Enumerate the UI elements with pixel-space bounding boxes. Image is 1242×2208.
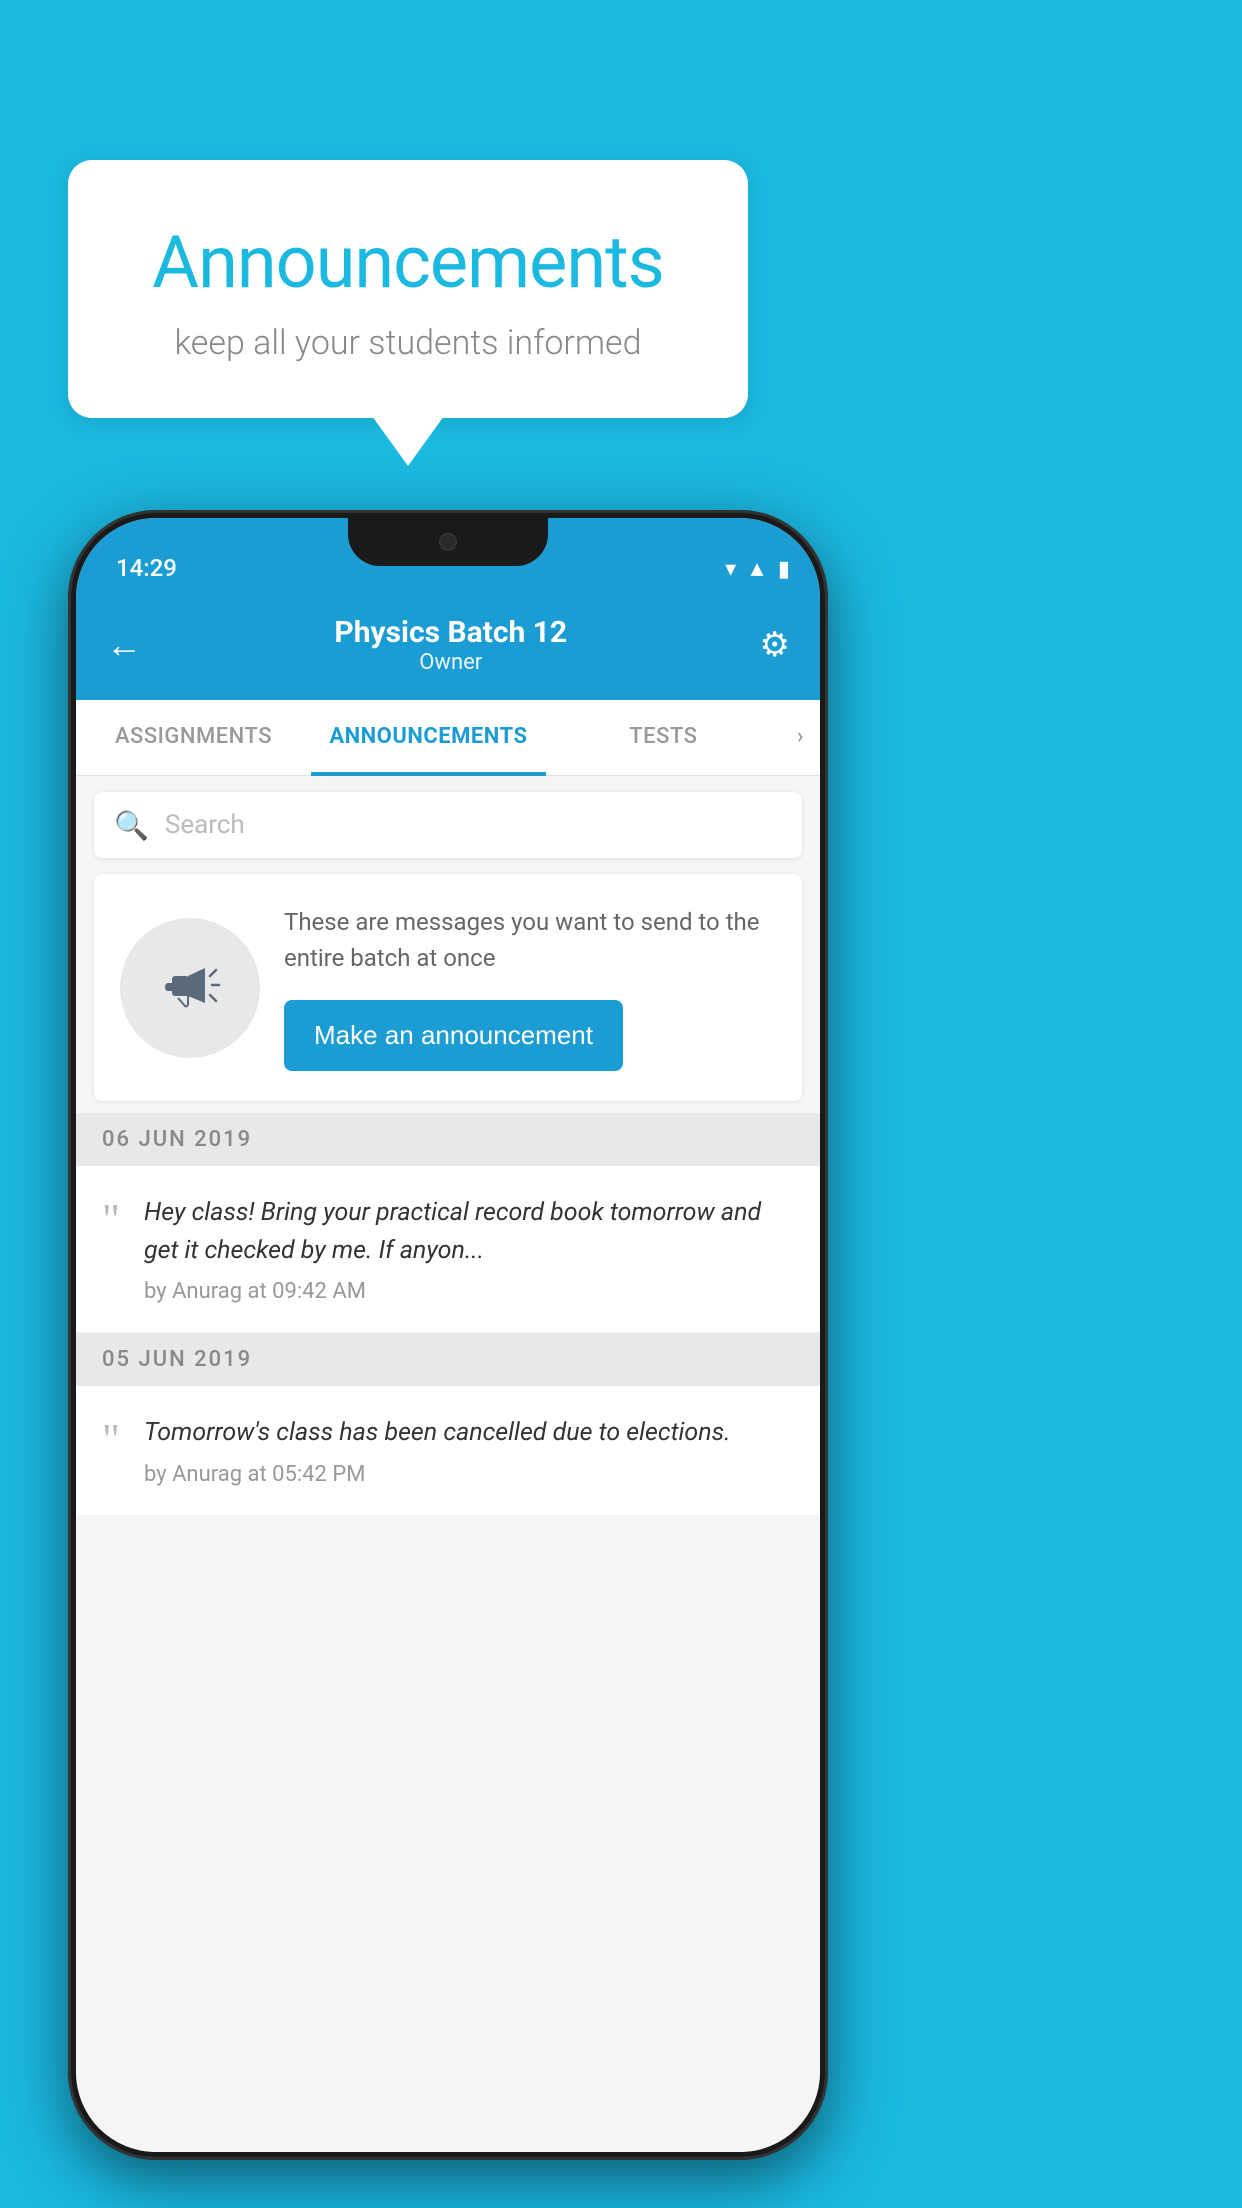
owner-label: Owner [142, 650, 760, 675]
search-placeholder-text: Search [165, 810, 245, 840]
phone-outer: 14:29 ▾ ▲ ▮ ← Physics Batch 12 Owner ⚙ [68, 510, 828, 2160]
batch-name: Physics Batch 12 [142, 615, 760, 650]
announcements-title: Announcements [118, 220, 698, 305]
tab-announcements[interactable]: ANNOUNCEMENTS [311, 700, 546, 776]
back-button[interactable]: ← [106, 624, 142, 666]
announcement-text-2: Tomorrow's class has been cancelled due … [144, 1414, 731, 1452]
wifi-icon: ▾ [725, 557, 736, 582]
announcement-meta-1: by Anurag at 09:42 AM [144, 1279, 794, 1304]
announcement-item-1[interactable]: " Hey class! Bring your practical record… [76, 1166, 820, 1333]
megaphone-icon [150, 948, 230, 1028]
announcement-item-2[interactable]: " Tomorrow's class has been cancelled du… [76, 1386, 820, 1515]
announcements-subtitle: keep all your students informed [118, 323, 698, 363]
announcement-content-1: Hey class! Bring your practical record b… [144, 1194, 794, 1304]
promo-description: These are messages you want to send to t… [284, 904, 776, 976]
announcement-content-2: Tomorrow's class has been cancelled due … [144, 1414, 731, 1487]
search-icon: 🔍 [114, 809, 149, 842]
status-time: 14:29 [106, 554, 177, 582]
announcement-text-1: Hey class! Bring your practical record b… [144, 1194, 794, 1269]
tab-tests[interactable]: TESTS [546, 700, 781, 776]
make-announcement-button[interactable]: Make an announcement [284, 1000, 623, 1071]
megaphone-icon-circle [120, 918, 260, 1058]
quote-icon-1: " [102, 1198, 120, 1242]
promo-content: These are messages you want to send to t… [284, 904, 776, 1071]
tab-assignments[interactable]: ASSIGNMENTS [76, 700, 311, 776]
date-divider-june6: 06 JUN 2019 [76, 1113, 820, 1166]
tabs-bar: ASSIGNMENTS ANNOUNCEMENTS TESTS › [76, 700, 820, 776]
date-divider-june5: 05 JUN 2019 [76, 1333, 820, 1386]
phone-screen: 14:29 ▾ ▲ ▮ ← Physics Batch 12 Owner ⚙ [76, 518, 820, 2152]
quote-icon-2: " [102, 1418, 120, 1462]
content-area: 🔍 Search [76, 776, 820, 2152]
camera-dot [439, 533, 457, 551]
phone-notch [348, 518, 548, 566]
header-title-group: Physics Batch 12 Owner [142, 615, 760, 675]
promo-card: These are messages you want to send to t… [94, 874, 802, 1101]
announcement-meta-2: by Anurag at 05:42 PM [144, 1462, 731, 1487]
settings-icon[interactable]: ⚙ [760, 625, 790, 665]
speech-bubble-container: Announcements keep all your students inf… [68, 160, 748, 418]
phone-mockup: 14:29 ▾ ▲ ▮ ← Physics Batch 12 Owner ⚙ [68, 510, 828, 2160]
search-bar[interactable]: 🔍 Search [94, 792, 802, 858]
signal-icon: ▲ [746, 556, 768, 582]
status-icons: ▾ ▲ ▮ [725, 556, 790, 582]
app-header: ← Physics Batch 12 Owner ⚙ [76, 590, 820, 700]
speech-bubble: Announcements keep all your students inf… [68, 160, 748, 418]
battery-icon: ▮ [778, 557, 790, 582]
tab-more[interactable]: › [781, 700, 820, 776]
